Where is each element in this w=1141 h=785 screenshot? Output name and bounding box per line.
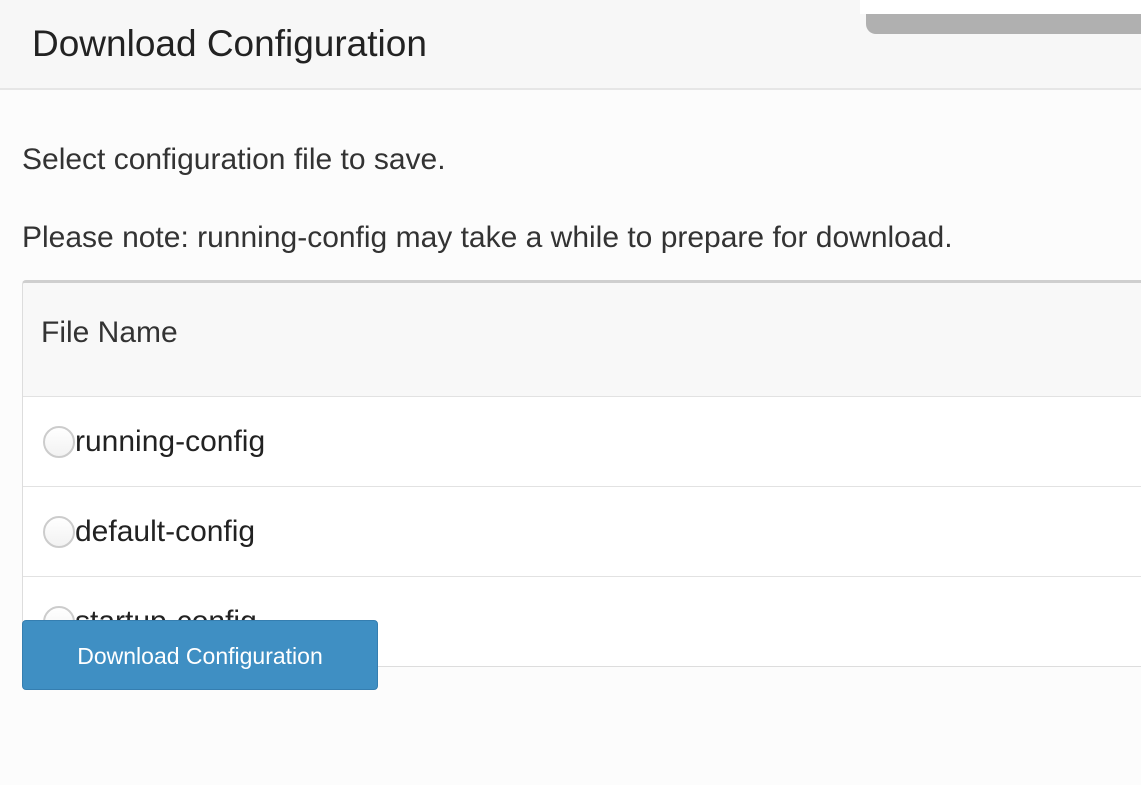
table-row-default-config[interactable]: default-config — [23, 487, 1141, 577]
instruction-text: Select configuration file to save. — [22, 143, 446, 176]
table-header: File Name — [23, 283, 1141, 397]
horizontal-scrollbar[interactable] — [866, 14, 1141, 34]
file-table: File Name running-config default-config … — [22, 280, 1141, 667]
radio-running-config[interactable] — [43, 425, 75, 458]
radio-default-config[interactable] — [43, 515, 75, 548]
file-name-label: running-config — [75, 424, 266, 458]
page-header: Download Configuration — [0, 0, 1141, 90]
file-name-column-header: File Name — [41, 316, 178, 349]
file-name-label: default-config — [75, 514, 256, 548]
page: Download Configuration Select configurat… — [0, 0, 1141, 785]
download-configuration-button[interactable]: Download Configuration — [22, 620, 378, 690]
page-title: Download Configuration — [32, 23, 427, 64]
scroll-area-edge — [860, 0, 1141, 14]
table-row-running-config[interactable]: running-config — [23, 397, 1141, 487]
note-text: Please note: running-config may take a w… — [22, 221, 953, 254]
